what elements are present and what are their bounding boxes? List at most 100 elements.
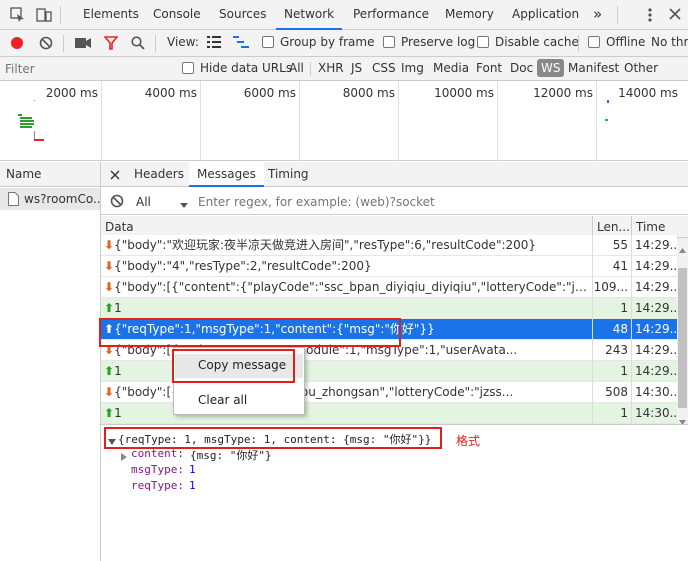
filter-type-all[interactable]: All xyxy=(289,61,304,75)
filter-input[interactable] xyxy=(5,59,170,79)
tab-sources[interactable]: Sources xyxy=(219,0,266,30)
message-length: 55 xyxy=(612,238,628,252)
filter-type-img[interactable]: Img xyxy=(401,61,424,75)
clear-icon[interactable] xyxy=(39,36,53,50)
scroll-down-icon[interactable] xyxy=(679,414,686,425)
received-arrow-icon: ⬇ xyxy=(104,259,115,273)
hide-data-urls-checkbox[interactable] xyxy=(182,62,194,74)
filter-type-manifest[interactable]: Manifest xyxy=(568,61,619,75)
message-time: 14:30... xyxy=(635,406,677,420)
request-name: ws?roomCo... xyxy=(24,192,105,206)
tab-timing[interactable]: Timing xyxy=(268,162,309,187)
timeline-tick-label: 4000 ms xyxy=(144,86,197,100)
timeline-marker xyxy=(605,119,608,121)
clear-all-label: Clear all xyxy=(198,393,248,407)
received-arrow-icon: ⬇ xyxy=(104,238,115,252)
collapsed-triangle-icon[interactable] xyxy=(121,450,127,461)
property-value: {msg: "你好"} xyxy=(190,449,272,462)
sent-arrow-icon: ⬆ xyxy=(104,364,115,378)
message-data: {"body":[{"content":{"playCode":"ssc_bpa… xyxy=(114,280,589,294)
received-arrow-icon: ⬇ xyxy=(104,280,115,294)
message-length: 508 xyxy=(605,385,628,399)
tab-messages[interactable]: Messages xyxy=(189,162,264,187)
message-length: 1 xyxy=(620,301,628,315)
offline-checkbox[interactable] xyxy=(588,36,600,48)
message-time: 14:29... xyxy=(635,322,677,336)
tab-network[interactable]: Network xyxy=(276,0,343,30)
message-row[interactable]: ⬆1 1 14:29... xyxy=(101,298,677,319)
message-data: 1 xyxy=(114,301,122,315)
tab-console[interactable]: Console xyxy=(153,0,201,30)
filter-type-font[interactable]: Font xyxy=(476,61,502,75)
messages-scrollbar[interactable] xyxy=(677,238,688,425)
filter-type-xhr[interactable]: XHR xyxy=(318,61,344,75)
disable-cache-checkbox[interactable] xyxy=(477,36,489,48)
property-key: content: xyxy=(131,447,184,460)
filter-type-other[interactable]: Other xyxy=(624,61,658,75)
more-tabs-icon[interactable]: » xyxy=(593,0,602,30)
timeline-waterfall-bars xyxy=(18,100,48,145)
preserve-log-checkbox[interactable] xyxy=(383,36,395,48)
waterfall-overview-icon[interactable] xyxy=(233,36,249,48)
search-icon[interactable] xyxy=(131,36,145,50)
devtools-tabbar: Elements Console Sources Network Perform… xyxy=(0,0,688,30)
name-header-label: Name xyxy=(6,167,42,181)
chevron-down-icon[interactable] xyxy=(180,198,188,208)
request-list xyxy=(0,162,101,561)
group-by-frame-checkbox[interactable] xyxy=(262,36,274,48)
offline-label: Offline xyxy=(606,35,646,49)
property-key: msgType: xyxy=(131,463,184,476)
message-data: {"body":"4","resType":2,"resultCode":200… xyxy=(114,259,372,273)
message-length: 41 xyxy=(612,259,628,273)
kebab-menu-icon[interactable] xyxy=(647,8,653,24)
tab-performance[interactable]: Performance xyxy=(353,0,429,30)
message-row[interactable]: ⬇{"body":"4","resType":2,"resultCode":20… xyxy=(101,256,677,277)
message-time: 14:29... xyxy=(635,343,677,357)
message-regex-input[interactable] xyxy=(198,191,578,212)
message-data: {"body":"欢迎玩家:夜半凉天做竞进入房间","resType":6,"r… xyxy=(114,238,537,252)
filter-type-css[interactable]: CSS xyxy=(372,61,396,75)
message-row[interactable]: ⬇{"body":[{"content":{"playCode":"ssc_bp… xyxy=(101,277,677,298)
message-row[interactable]: ⬇{"body":"欢迎玩家:夜半凉天做竞进入房间","resType":6,"… xyxy=(101,235,677,256)
scrollbar-thumb[interactable] xyxy=(678,268,687,408)
timeline-tick-label: 10000 ms xyxy=(434,86,494,100)
record-icon[interactable] xyxy=(10,36,24,50)
filter-funnel-icon[interactable] xyxy=(103,36,119,50)
timeline-marker xyxy=(607,100,609,103)
timeline-tick-label: 8000 ms xyxy=(342,86,395,100)
annotation-highlight-box xyxy=(99,318,401,347)
device-toolbar-icon[interactable] xyxy=(36,7,52,23)
tab-headers[interactable]: Headers xyxy=(134,162,184,187)
filter-type-doc[interactable]: Doc xyxy=(510,61,533,75)
message-length: 243 xyxy=(605,343,628,357)
message-time: 14:29... xyxy=(635,259,677,273)
scroll-up-icon[interactable] xyxy=(679,242,686,253)
message-type-select[interactable]: All xyxy=(136,195,151,209)
request-row-websocket[interactable]: ws?roomCo... xyxy=(0,188,105,210)
annotation-highlight-box xyxy=(172,349,295,383)
message-length: 109... xyxy=(593,280,628,294)
filter-type-js[interactable]: JS xyxy=(351,61,362,75)
tab-application[interactable]: Application xyxy=(512,0,579,30)
message-time: 14:29... xyxy=(635,364,677,378)
message-length: 1 xyxy=(620,364,628,378)
close-devtools-icon[interactable] xyxy=(669,8,681,20)
filter-type-ws[interactable]: WS xyxy=(537,59,565,77)
timeline-tick-label: 14000 ms xyxy=(618,86,678,100)
close-detail-icon[interactable] xyxy=(110,169,120,180)
hide-data-urls-label: Hide data URLs xyxy=(200,61,293,75)
clear-messages-icon[interactable] xyxy=(110,194,124,208)
tab-memory[interactable]: Memory xyxy=(445,0,494,30)
tab-elements[interactable]: Elements xyxy=(83,0,139,30)
message-time: 14:29... xyxy=(635,280,677,294)
throttling-select[interactable]: No thro xyxy=(651,35,688,49)
received-arrow-icon: ⬇ xyxy=(104,385,115,399)
large-rows-icon[interactable] xyxy=(207,36,221,48)
filter-type-media[interactable]: Media xyxy=(433,61,469,75)
clear-all-menu-item[interactable]: Clear all xyxy=(175,389,303,413)
name-column-header[interactable]: Name xyxy=(0,162,101,187)
inspect-element-icon[interactable] xyxy=(10,7,26,23)
screenshot-camera-icon[interactable] xyxy=(75,37,91,49)
timeline-tick-label: 2000 ms xyxy=(45,86,98,100)
message-data: 1 xyxy=(114,364,122,378)
